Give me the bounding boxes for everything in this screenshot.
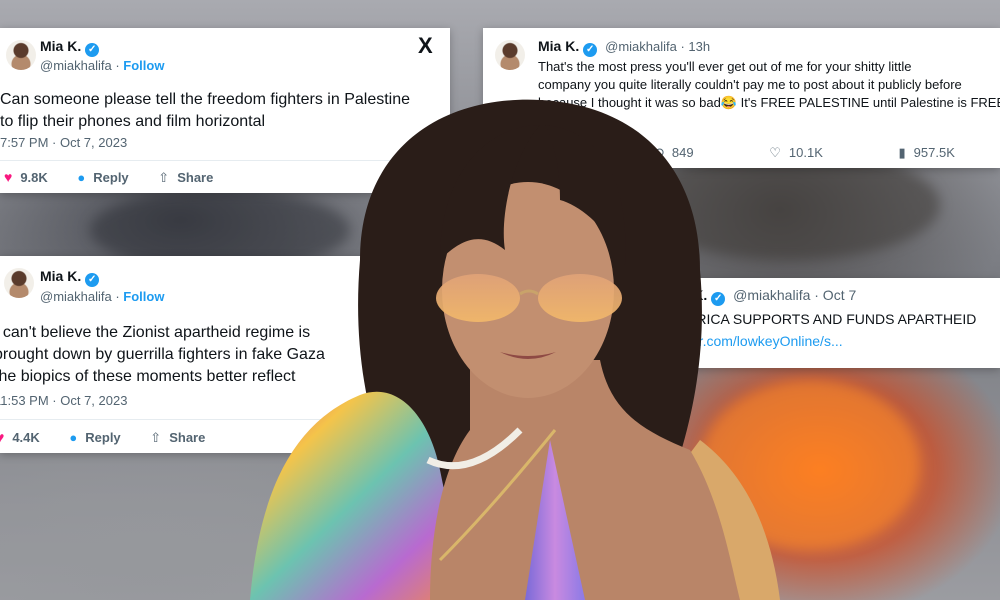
handle-row: @miakhalifa · Follow [40,58,165,73]
share-label: Share [177,170,214,185]
like-count: 10.1K [788,145,823,160]
author-name[interactable]: Mia K. [40,38,81,54]
heart-icon: ♥ [0,429,5,445]
x-logo-icon[interactable]: X [418,33,433,59]
tweet-actions: ♥ 9.8K ● Reply ⇧ Share [4,169,239,186]
heart-icon: ♥ [4,169,13,185]
tweet-author-row: Mia K. ✓ [40,38,100,57]
fire-glow [700,380,920,550]
share-label: Share [169,430,206,445]
tweet-timestamp[interactable]: 7:57 PM · Oct 7, 2023 [0,135,127,150]
follow-button[interactable]: Follow [123,289,164,304]
avatar[interactable] [6,40,36,70]
heart-icon: ♡ [769,145,781,160]
reply-label: Reply [85,430,121,445]
share-icon: ⇧ [158,170,170,185]
tweet-card-press[interactable]: Mia K. ✓ @miakhalifa · 13h That's the mos… [483,28,1000,168]
like-count: 9.8K [20,170,48,185]
reply-button[interactable]: ● Reply [69,430,120,445]
divider [0,419,420,420]
reply-icon: ● [69,430,78,445]
verified-badge-icon: ✓ [711,292,726,306]
tweet-text: That's the most press you'll ever get ou… [538,59,1000,128]
tweet-card-america[interactable]: Mia K. ✓ @miakhalifa · Oct 7 AMERICA SUPP… [630,278,1000,368]
divider [0,160,440,161]
tweet-timestamp[interactable]: 11:53 PM · Oct 7, 2023 [0,393,127,408]
reply-icon: ● [77,170,86,185]
author-name[interactable]: Mia K. [538,38,579,54]
view-count: 957.5K [913,145,955,160]
retweet-count: 849 [671,145,694,160]
like-button[interactable]: ♥ 9.8K [4,169,48,185]
retweet-icon: ⟲ [653,145,664,160]
tweet-author-row: Mia K. ✓ @miakhalifa · Oct 7 [666,287,856,306]
views-icon: ▮ [898,145,906,160]
share-icon: ⇧ [150,430,162,445]
tweet-actions: ♥ 4.4K ● Reply ⇧ Share [0,429,231,446]
verified-badge-icon: ✓ [583,43,598,57]
avatar[interactable] [495,40,525,70]
like-count: 4.4K [12,430,40,445]
tweet-card-horizontal[interactable]: Mia K. ✓ @miakhalifa · Follow X Can someo… [0,28,450,193]
tweet-card-zionist[interactable]: Mia K. ✓ @miakhalifa · Follow I can't bel… [0,256,420,453]
author-name[interactable]: Mia K. [40,268,81,284]
avatar[interactable] [4,268,34,298]
tweet-author-row: Mia K. ✓ @miakhalifa · 13h [538,38,710,57]
author-name[interactable]: Mia K. [666,287,707,303]
retweet-button[interactable]: ⟲ 849 [653,145,694,161]
tweet-link[interactable]: twitter.com/lowkeyOnline/s... [666,330,843,352]
handle-row: @miakhalifa · Follow [40,289,165,304]
tweet-text: AMERICA SUPPORTS AND FUNDS APARTHEID [666,311,977,327]
tweet-text: Can someone please tell the freedom figh… [0,91,411,130]
reply-label: Reply [93,170,129,185]
tweet-actions: ⟲ 849 ♡ 10.1K ▮ 957.5K [653,145,981,161]
avatar[interactable] [630,284,646,306]
share-button[interactable]: ⇧ Share [158,170,213,186]
like-button[interactable]: ♥ 4.4K [0,429,40,445]
verified-badge-icon: ✓ [85,43,100,57]
tweet-text: I can't believe the Zionist apartheid re… [0,324,325,385]
author-handle[interactable]: @miakhalifa [40,58,112,73]
follow-button[interactable]: Follow [123,58,164,73]
like-button[interactable]: ♡ 10.1K [769,145,823,161]
reply-button[interactable]: ● Reply [77,170,128,185]
author-handle[interactable]: @miakhalifa · Oct 7 [733,287,856,303]
share-button[interactable]: ⇧ Share [150,430,205,446]
views-button[interactable]: ▮ 957.5K [899,145,955,161]
tweet-author-row: Mia K. ✓ [40,268,100,287]
author-handle[interactable]: @miakhalifa [40,289,112,304]
verified-badge-icon: ✓ [85,273,100,287]
author-handle[interactable]: @miakhalifa · 13h [605,39,710,54]
